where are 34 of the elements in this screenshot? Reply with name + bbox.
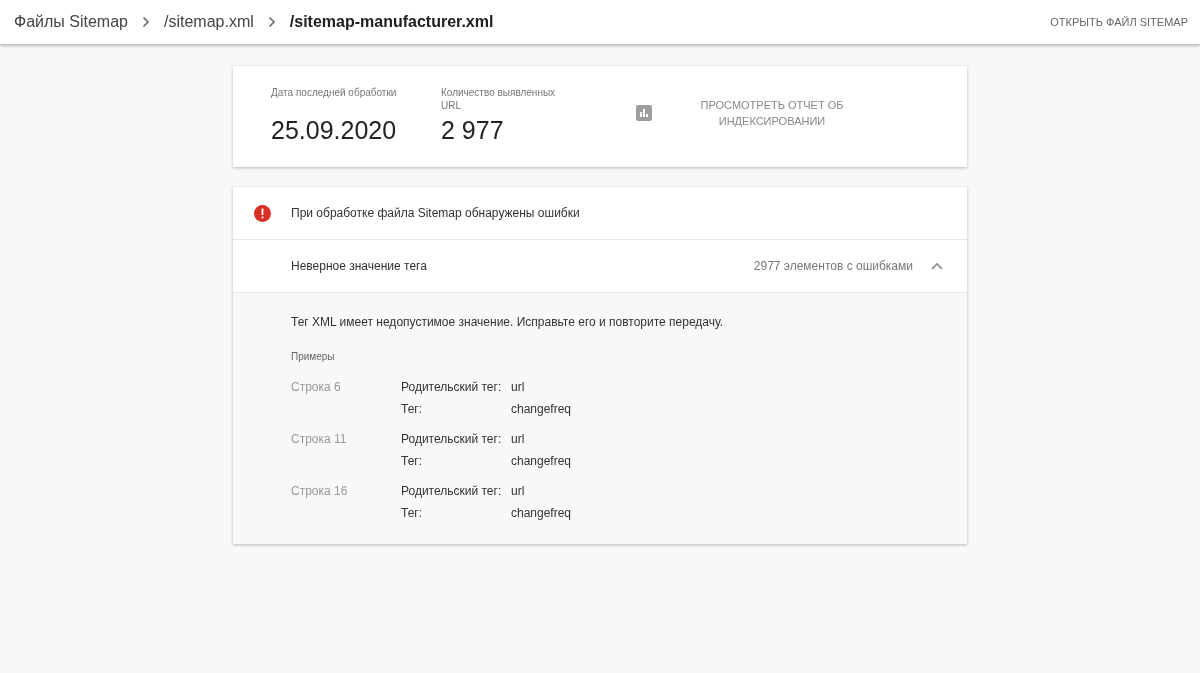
- stat-value: 2 977: [441, 116, 505, 145]
- error-count: 2977 элементов с ошибками: [753, 259, 913, 273]
- chevron-icon[interactable]: [931, 262, 943, 270]
- line-number: Строка 11: [291, 432, 348, 448]
- breadcrumb-link[interactable]: Файлы Sitemap: [14, 13, 128, 31]
- breadcrumb-link[interactable]: /sitemap.xml: [164, 13, 254, 31]
- error-icon: [254, 204, 271, 222]
- examples-heading: Примеры: [291, 351, 336, 362]
- field-value: url: [511, 432, 525, 446]
- breadcrumb-link[interactable]: /sitemap-manufacturer.xml: [289, 13, 494, 31]
- chevron-right-icon: [142, 16, 150, 28]
- issue-title: Неверное значение тега: [291, 259, 428, 273]
- field-value: url: [511, 484, 525, 498]
- field-label: Родительский тег:: [401, 380, 503, 394]
- open-sitemap-button[interactable]: ОТКРЫТЬ ФАЙЛ SITEMAP: [1050, 12, 1188, 32]
- error-message: При обработке файла Sitemap обнаружены ошибки: [291, 206, 580, 220]
- field-value: changefreq: [511, 402, 572, 416]
- indexing-report-button[interactable]: ПРОСМОТРЕТЬ ОТЧЕТ ОБ ИНДЕКСИРОВАНИИ: [692, 95, 852, 130]
- field-value: changefreq: [511, 454, 572, 468]
- field-label: Тег:: [401, 454, 424, 468]
- bar-chart-icon: [636, 104, 652, 121]
- chevron-right-icon: [267, 16, 276, 28]
- line-number: Строка 16: [291, 484, 349, 500]
- stat-label: Количество выявленных URL: [441, 86, 557, 112]
- field-label: Тег:: [401, 506, 424, 520]
- stat-value: 25.09.2020: [271, 116, 398, 145]
- line-number: Строка 6: [291, 380, 342, 396]
- field-label: Родительский тег:: [401, 432, 503, 446]
- field-label: Родительский тег:: [401, 484, 503, 498]
- field-value: url: [511, 380, 525, 394]
- stat-label: Дата последней обработки: [271, 86, 398, 100]
- field-value: changefreq: [511, 506, 572, 520]
- issue-description: Тег XML имеет недопустимое значение. Исправьте его и повторите передачу.: [291, 315, 725, 329]
- field-label: Тег:: [401, 402, 424, 416]
